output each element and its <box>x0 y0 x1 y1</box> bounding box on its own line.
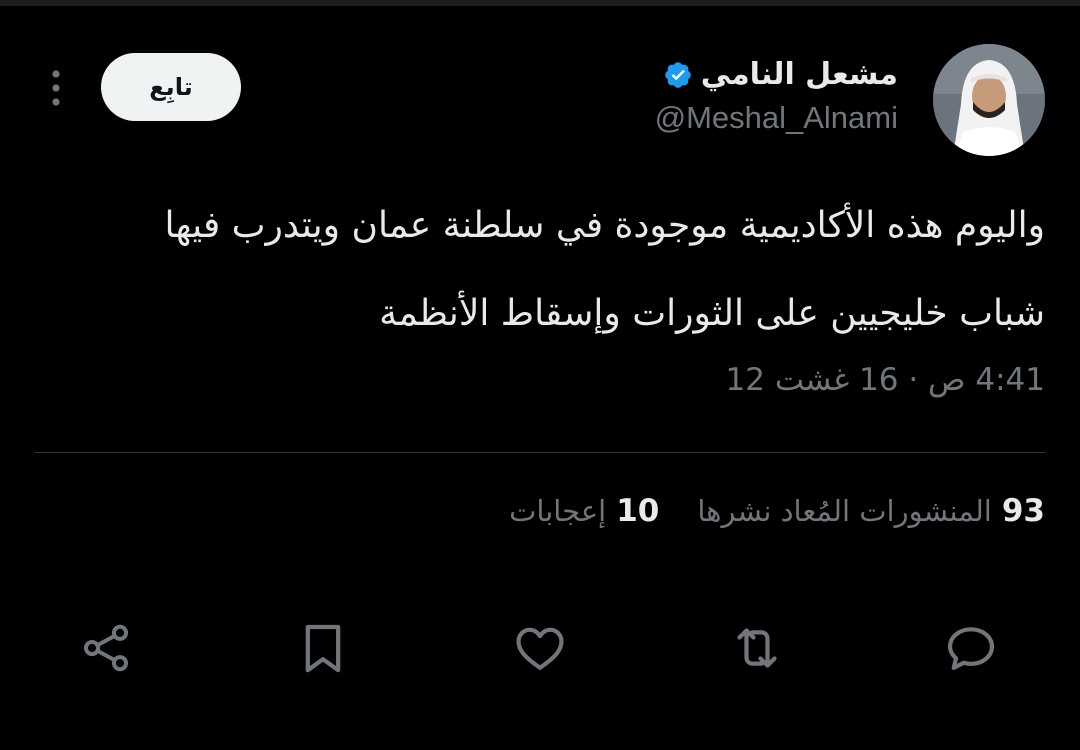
author-name-row[interactable]: مشعل النامي <box>663 56 898 94</box>
tweet-text: واليوم هذه الأكاديمية موجودة في سلطنة عم… <box>164 205 1045 334</box>
like-icon <box>516 627 564 670</box>
follow-button[interactable]: تابِع <box>101 53 241 121</box>
more-vertical-icon <box>52 70 60 106</box>
share-icon <box>83 624 129 672</box>
avatar[interactable] <box>933 44 1045 156</box>
reposts-label: المنشورات المُعاد نشرها <box>697 494 992 528</box>
verified-badge-icon <box>664 62 691 88</box>
bookmark-icon <box>305 624 341 673</box>
author-handle[interactable]: @Meshal_Alnami <box>655 98 898 138</box>
stats-divider <box>34 452 1046 453</box>
tweet-detail: مشعل النامي @Meshal_Alnami تابِع واليوم … <box>0 0 1080 750</box>
likes-count: 10 <box>616 493 660 529</box>
action-bar <box>0 612 1080 692</box>
reply-button[interactable] <box>935 612 1007 684</box>
engagement-stats: 93 المنشورات المُعاد نشرها 10 إعجابات <box>509 488 1045 534</box>
bookmark-button[interactable] <box>287 612 359 684</box>
like-button[interactable] <box>504 612 576 684</box>
avatar-image <box>933 44 1045 156</box>
author-display-name[interactable]: مشعل النامي <box>701 56 898 94</box>
reply-icon <box>947 627 995 670</box>
repost-button[interactable] <box>721 612 793 684</box>
likes-label: إعجابات <box>509 494 607 528</box>
likes-stat[interactable]: 10 إعجابات <box>509 488 659 534</box>
reposts-count: 93 <box>1001 493 1045 529</box>
reposts-stat[interactable]: 93 المنشورات المُعاد نشرها <box>697 488 1045 534</box>
tweet-timestamp[interactable]: 4:41 ص · 16 غشت 12 <box>726 358 1045 402</box>
share-button[interactable] <box>70 612 142 684</box>
repost-icon <box>737 628 777 668</box>
more-options-button[interactable] <box>40 66 72 110</box>
